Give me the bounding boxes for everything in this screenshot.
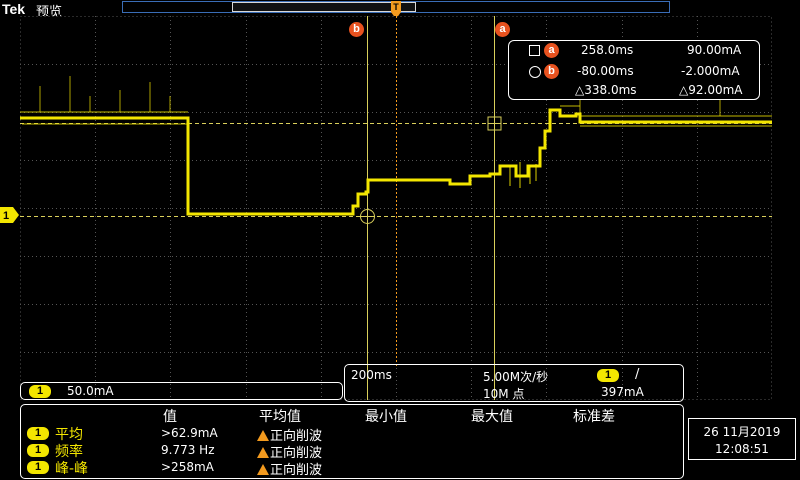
svg-text:T: T (393, 2, 399, 12)
measurement-table[interactable]: 值 平均值 最小值 最大值 标准差 1 平均 >62.9mA 正向削波 1 频率… (20, 404, 684, 479)
time: 12:08:51 (715, 442, 769, 456)
brand-logo: Tek (2, 1, 26, 17)
channel-1-scale-readout[interactable]: 1 50.0mA (20, 382, 343, 400)
sample-rate: 5.00M次/秒 (483, 370, 549, 384)
header-max: 最大值 (471, 409, 513, 425)
cursor-b-time: -80.00ms (577, 64, 634, 78)
warning-icon (257, 430, 269, 441)
square-cursor-icon (529, 45, 540, 56)
channel-1-marker-label: 1 (3, 210, 9, 222)
cursor-a-readout-badge: a (544, 43, 559, 58)
horizontal-timebase-panel[interactable]: 200ms 5.00M次/秒 10M 点 1 / 397mA (344, 364, 684, 402)
date-time-display: 26 11月2019 12:08:51 (688, 418, 796, 460)
cursor-a-badge[interactable]: a (495, 22, 510, 37)
table-row[interactable]: 1 平均 >62.9mA 正向削波 (21, 425, 681, 444)
row-channel-tag: 1 (27, 461, 49, 474)
channel-1-scale: 50.0mA (67, 384, 114, 398)
trigger-channel-tag: 1 (597, 369, 619, 382)
channel-1-ground-marker[interactable]: 1 (0, 207, 20, 223)
warning-icon (257, 464, 269, 475)
cursor-readout-panel[interactable]: a 258.0ms 90.00mA b -80.00ms -2.000mA △3… (508, 40, 760, 100)
cursor-b-badge[interactable]: b (349, 22, 364, 37)
record-length: 10M 点 (483, 387, 525, 401)
table-row[interactable]: 1 频率 9.773 Hz 正向削波 (21, 442, 681, 461)
warning-icon (257, 447, 269, 458)
cursor-a-value: 90.00mA (687, 43, 742, 57)
measurement-name: 峰-峰 (55, 461, 89, 477)
row-channel-tag: 1 (27, 444, 49, 457)
cursor-b-readout-badge: b (544, 64, 559, 79)
channel-1-tag: 1 (29, 385, 51, 398)
header-value: 值 (163, 409, 177, 425)
circle-cursor-icon (529, 66, 541, 78)
trigger-level: 397mA (601, 385, 644, 399)
header-min: 最小值 (365, 409, 407, 425)
record-view-window[interactable] (232, 2, 416, 12)
header-mean: 平均值 (259, 409, 301, 425)
cursor-a-time: 258.0ms (581, 43, 634, 57)
trigger-slope-icon: / (635, 367, 640, 382)
row-channel-tag: 1 (27, 427, 49, 440)
measurement-value: 9.773 Hz (161, 443, 215, 457)
horizontal-scale: 200ms (351, 368, 392, 382)
measurement-value: >258mA (161, 460, 214, 474)
measurement-value: >62.9mA (161, 426, 218, 440)
cursor-delta-value: △92.00mA (679, 83, 743, 97)
table-row[interactable]: 1 峰-峰 >258mA 正向削波 (21, 459, 681, 478)
cursor-delta-time: △338.0ms (575, 83, 637, 97)
header-stddev: 标准差 (573, 409, 615, 425)
date: 26 11月2019 (703, 425, 781, 439)
measurement-status: 正向削波 (270, 463, 323, 478)
cursor-b-value: -2.000mA (681, 64, 740, 78)
